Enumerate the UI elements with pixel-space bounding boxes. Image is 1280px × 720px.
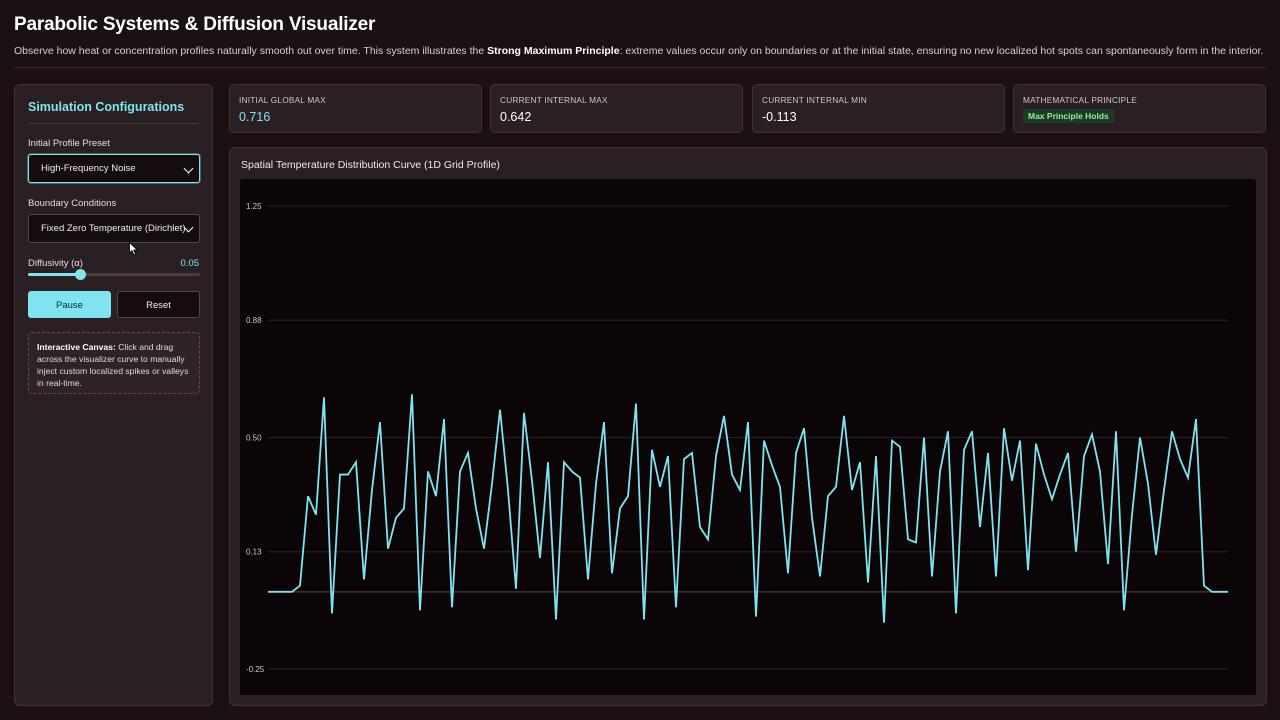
y-tick-label: -0.25 [246, 665, 265, 674]
boundary-select-value: Fixed Zero Temperature (Dirichlet) [41, 223, 186, 234]
sidebar-title: Simulation Configurations [28, 100, 185, 114]
description-emphasis: Strong Maximum Principle [487, 45, 620, 57]
mouse-cursor-icon [129, 242, 139, 256]
pause-button[interactable]: Pause [28, 291, 111, 318]
info-heading: Interactive Canvas: [37, 342, 116, 352]
diffusivity-label: Diffusivity (α) [28, 258, 83, 269]
temperature-chart[interactable]: 1.25 0.88 0.50 0.13 -0.25 [240, 179, 1256, 695]
diffusivity-value: 0.05 [180, 258, 200, 269]
boundary-select[interactable]: Fixed Zero Temperature (Dirichlet) [28, 214, 200, 243]
stat-label: INITIAL GLOBAL MAX [239, 95, 326, 105]
stat-label: MATHEMATICAL PRINCIPLE [1023, 95, 1137, 105]
header: Parabolic Systems & Diffusion Visualizer… [14, 14, 1266, 58]
reset-button[interactable]: Reset [117, 291, 200, 318]
preset-label: Initial Profile Preset [28, 138, 110, 149]
description-text-end: : extreme values occur only on boundarie… [619, 45, 1264, 57]
chevron-down-icon [183, 163, 194, 174]
stat-card-initial-global-max: INITIAL GLOBAL MAX 0.716 [229, 84, 482, 133]
stat-label: CURRENT INTERNAL MIN [762, 95, 867, 105]
chart-title: Spatial Temperature Distribution Curve (… [241, 159, 500, 171]
description-text-start: Observe how heat or concentration profil… [14, 45, 488, 57]
y-tick-label: 1.25 [246, 202, 262, 211]
app-root: Parabolic Systems & Diffusion Visualizer… [0, 0, 1280, 720]
diffusivity-slider-fill [28, 273, 80, 276]
preset-select-value: High-Frequency Noise [41, 163, 136, 174]
stat-card-current-internal-min: CURRENT INTERNAL MIN -0.113 [752, 84, 1005, 133]
stat-value: -0.113 [762, 110, 797, 124]
visualizer-canvas[interactable]: 1.25 0.88 0.50 0.13 -0.25 [240, 179, 1256, 695]
header-divider [14, 67, 1266, 68]
chart-panel: Spatial Temperature Distribution Curve (… [229, 147, 1267, 706]
temperature-profile-line[interactable] [268, 394, 1228, 623]
y-tick-label: 0.88 [246, 316, 262, 325]
sidebar-divider [28, 123, 199, 124]
interactive-canvas-info: Interactive Canvas: Click and drag acros… [28, 332, 200, 394]
stat-card-current-internal-max: CURRENT INTERNAL MAX 0.642 [490, 84, 743, 133]
boundary-label: Boundary Conditions [28, 198, 117, 209]
y-tick-label: 0.50 [246, 434, 262, 443]
diffusivity-slider-thumb[interactable] [74, 269, 86, 280]
stat-value: 0.642 [500, 110, 532, 124]
stat-value: 0.716 [239, 110, 271, 124]
preset-select[interactable]: High-Frequency Noise [28, 154, 200, 183]
page-title: Parabolic Systems & Diffusion Visualizer [14, 14, 376, 35]
status-badge: Max Principle Holds [1023, 109, 1114, 123]
stat-card-mathematical-principle: MATHEMATICAL PRINCIPLE Max Principle Hol… [1013, 84, 1266, 133]
y-tick-label: 0.13 [246, 548, 262, 557]
page-description: Observe how heat or concentration profil… [14, 44, 1266, 58]
config-sidebar: Simulation Configurations Initial Profil… [14, 84, 213, 706]
stat-label: CURRENT INTERNAL MAX [500, 95, 608, 105]
